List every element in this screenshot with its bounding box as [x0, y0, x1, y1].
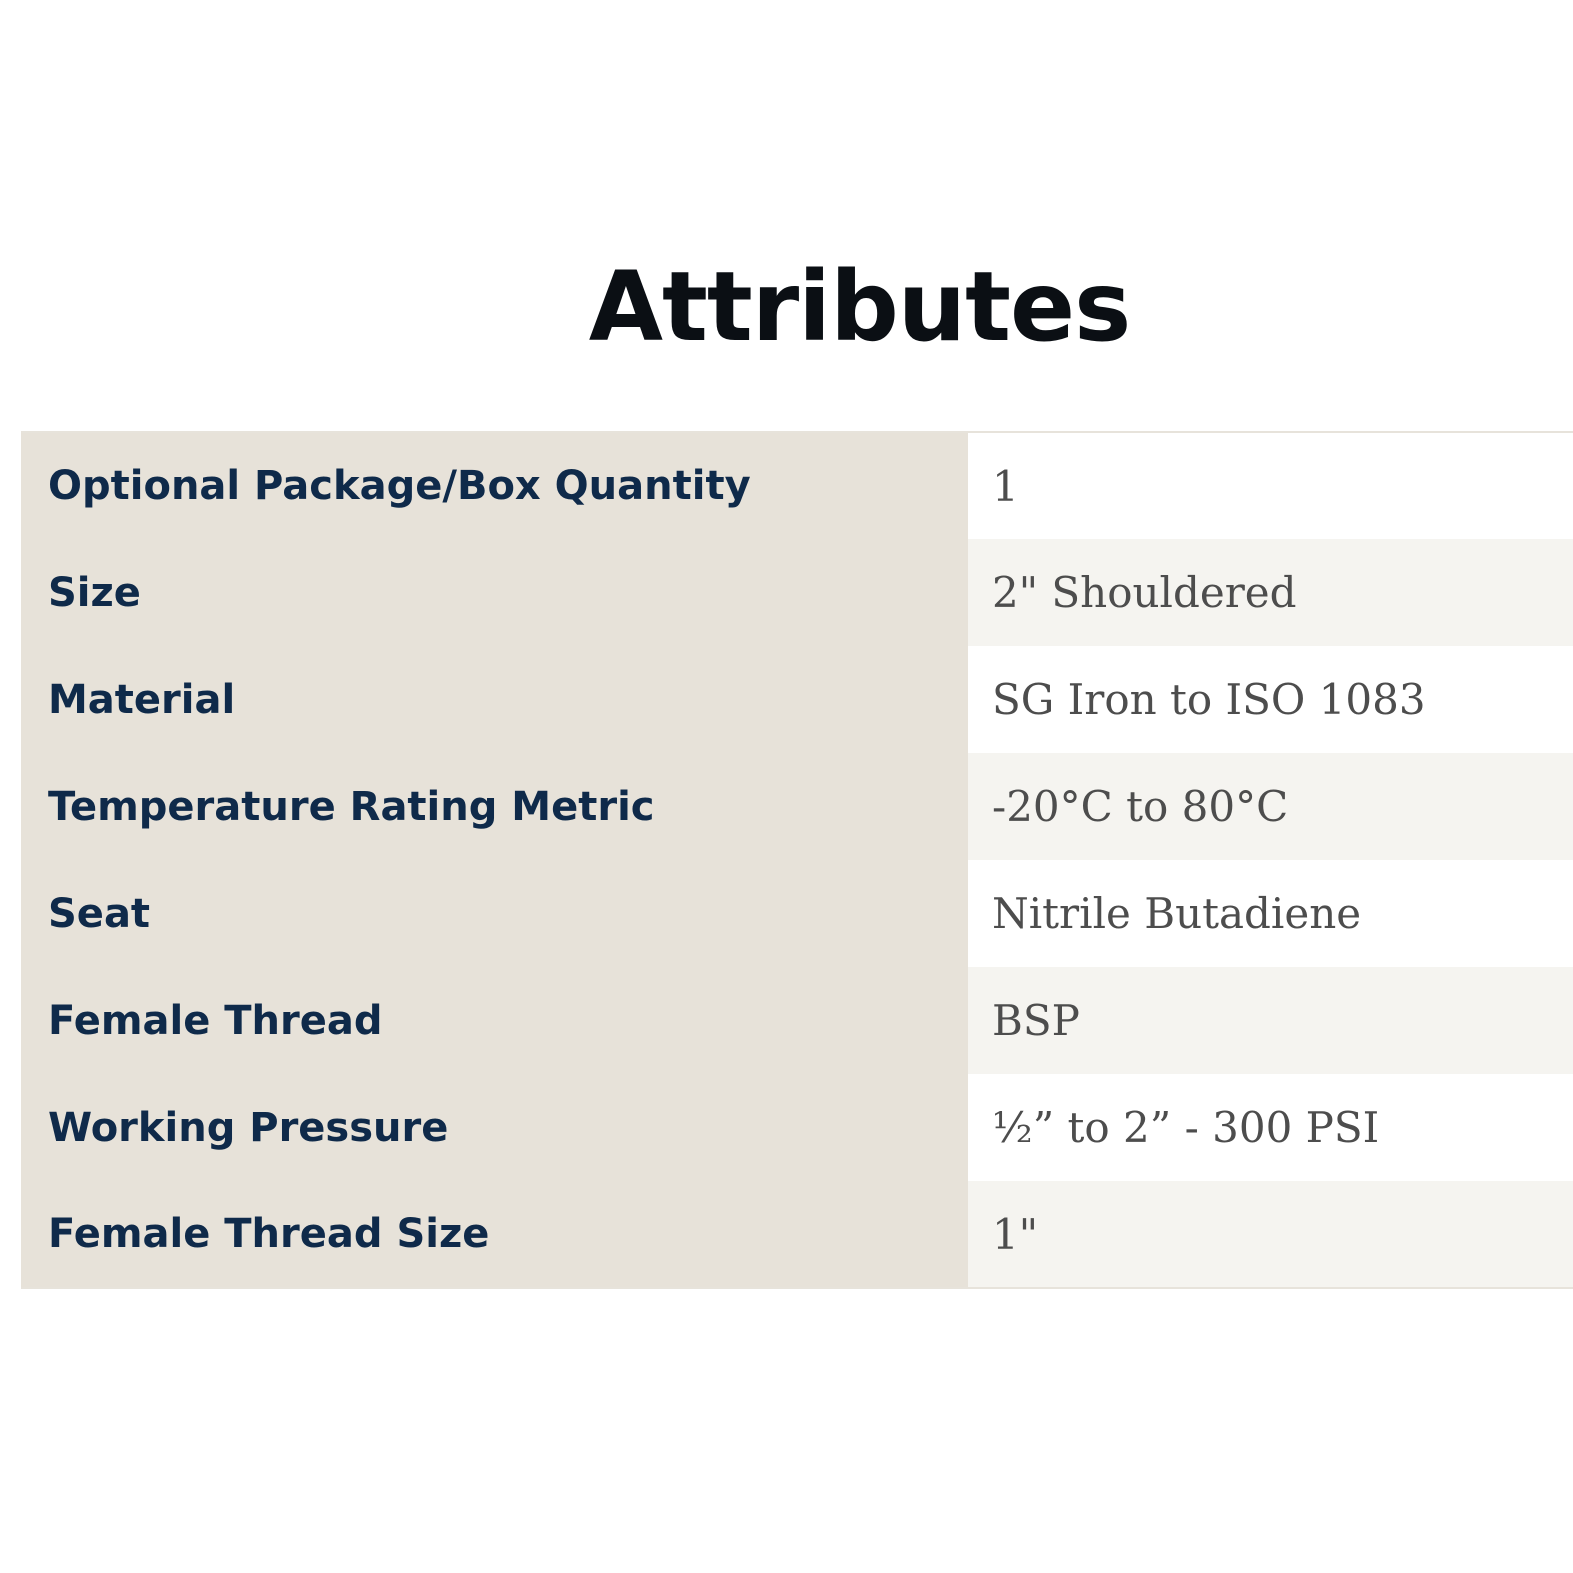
attributes-table: Optional Package/Box Quantity 1 Size 2" …: [21, 431, 1573, 1289]
attribute-value: 1": [968, 1181, 1573, 1288]
table-row: Female Thread BSP: [21, 967, 1573, 1074]
table-row: Size 2" Shouldered: [21, 539, 1573, 646]
table-row: Working Pressure ½” to 2” - 300 PSI: [21, 1074, 1573, 1181]
attribute-name: Material: [21, 646, 968, 753]
attribute-value: ½” to 2” - 300 PSI: [968, 1074, 1573, 1181]
attribute-name: Size: [21, 539, 968, 646]
attribute-name: Temperature Rating Metric: [21, 753, 968, 860]
attribute-value: SG Iron to ISO 1083: [968, 646, 1573, 753]
attribute-value: BSP: [968, 967, 1573, 1074]
attribute-value: 2" Shouldered: [968, 539, 1573, 646]
attribute-name: Optional Package/Box Quantity: [21, 432, 968, 539]
attribute-value: 1: [968, 432, 1573, 539]
table-row: Temperature Rating Metric -20°C to 80°C: [21, 753, 1573, 860]
attribute-value: Nitrile Butadiene: [968, 860, 1573, 967]
page: Attributes Optional Package/Box Quantity…: [0, 0, 1573, 1573]
attribute-name: Female Thread: [21, 967, 968, 1074]
section-title: Attributes: [588, 251, 1132, 363]
table-row: Female Thread Size 1": [21, 1181, 1573, 1288]
attribute-name: Seat: [21, 860, 968, 967]
table-row: Seat Nitrile Butadiene: [21, 860, 1573, 967]
attribute-name: Working Pressure: [21, 1074, 968, 1181]
table-row: Optional Package/Box Quantity 1: [21, 432, 1573, 539]
attribute-name: Female Thread Size: [21, 1181, 968, 1288]
table-row: Material SG Iron to ISO 1083: [21, 646, 1573, 753]
attribute-value: -20°C to 80°C: [968, 753, 1573, 860]
